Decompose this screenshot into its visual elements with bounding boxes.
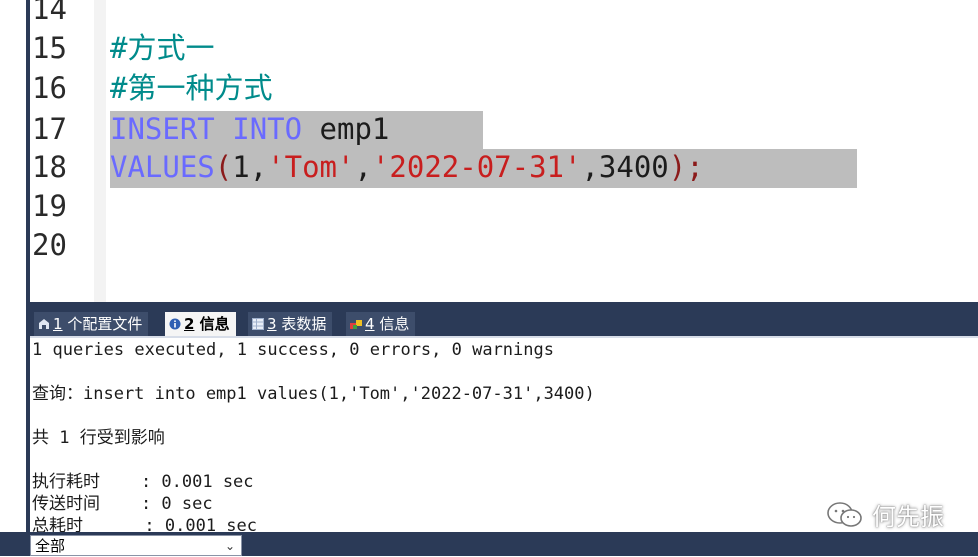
code-token: VALUES [110, 150, 215, 184]
profile-icon [39, 319, 49, 329]
code-line[interactable]: #第一种方式 [110, 69, 272, 108]
tab-messages[interactable]: 2 信息 [165, 312, 236, 336]
code-line[interactable]: #方式一 [110, 29, 214, 68]
code-token: emp1 [302, 112, 407, 146]
tab-info[interactable]: 4 信息 [346, 312, 416, 336]
message-filter-select[interactable]: 全部 ⌄ [30, 535, 242, 556]
table-icon [252, 318, 264, 330]
code-token: ); [668, 150, 704, 184]
code-token: 1, [232, 150, 268, 184]
line-number: 20 [32, 228, 67, 262]
fold-margin [94, 0, 106, 302]
code-token: #方式一 [110, 31, 215, 65]
code-line[interactable]: VALUES(1,'Tom','2022-07-31',3400); [110, 148, 704, 187]
code-line[interactable]: INSERT INTO emp1 [110, 110, 407, 149]
code-token: , [354, 150, 372, 184]
code-token: ( [214, 150, 233, 184]
output-line: 1 queries executed, 1 success, 0 errors,… [32, 340, 554, 360]
tab-info-number: 4 [365, 315, 375, 333]
code-token: INSERT [110, 112, 215, 146]
code-token: '2022-07-31' [371, 150, 582, 184]
output-line: 传送时间 : 0 sec [32, 494, 213, 514]
line-number: 14 [32, 0, 67, 26]
window-left-strip [0, 0, 26, 306]
line-number: 18 [32, 150, 67, 184]
info-icon [169, 318, 181, 330]
line-number: 15 [32, 31, 67, 65]
tab-messages-number: 2 [184, 315, 195, 333]
wechat-icon [827, 501, 862, 527]
code-token: ,3400 [581, 150, 669, 184]
code-token: #第一种方式 [110, 71, 273, 105]
panel-splitter[interactable] [26, 302, 978, 310]
tab-table-data[interactable]: 3 表数据 [248, 312, 333, 336]
tab-messages-label: 信息 [194, 315, 230, 333]
chevron-down-icon: ⌄ [224, 539, 235, 553]
output-line: 查询：insert into emp1 values(1,'Tom','2022… [32, 384, 595, 404]
output-line: 共 1 行受到影响 [32, 428, 165, 448]
watermark-author: 何先振 [872, 503, 944, 531]
code-token: INTO [232, 112, 303, 146]
tab-info-label: 信息 [374, 315, 410, 333]
watermark: 何先振 [826, 497, 944, 532]
output-line: 执行耗时 : 0.001 sec [32, 472, 254, 492]
line-number: 16 [32, 71, 67, 105]
tab-profile[interactable]: 1 个配置文件 [34, 312, 149, 336]
tab-profile-label: 个配置文件 [62, 315, 143, 333]
info-grid-icon [350, 320, 362, 329]
line-number: 19 [32, 189, 67, 223]
code-token: 'Tom' [267, 150, 355, 184]
tab-table-data-number: 3 [267, 315, 277, 333]
tab-table-data-label: 表数据 [276, 315, 327, 333]
tab-profile-number: 1 [53, 315, 63, 333]
line-number: 17 [32, 112, 67, 146]
message-filter-value: 全部 [35, 537, 66, 555]
